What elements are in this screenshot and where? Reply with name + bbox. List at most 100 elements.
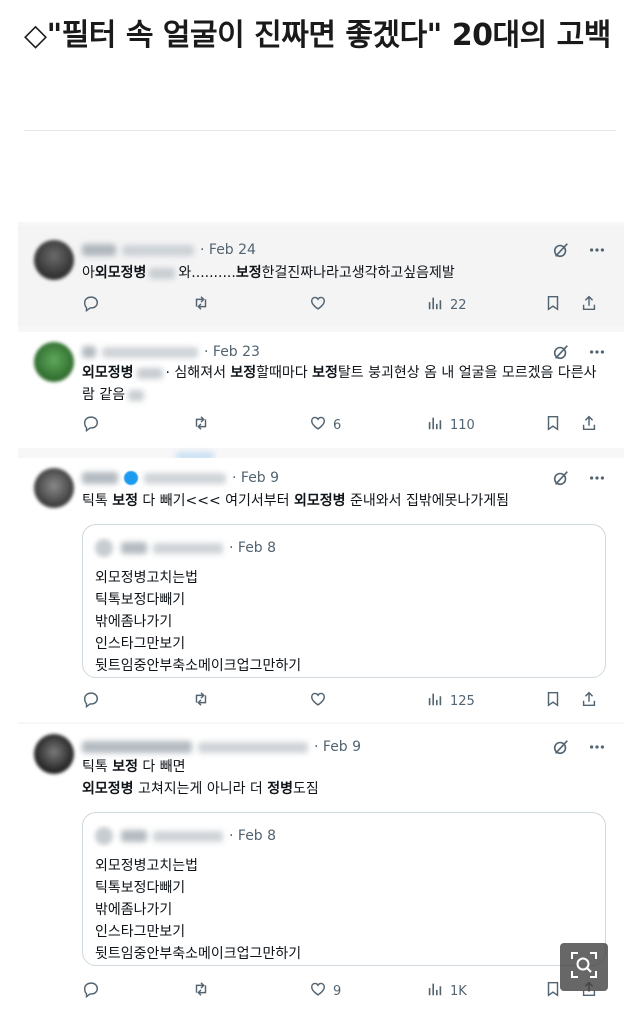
tweet-header: · Feb 23 [82, 342, 260, 362]
reply-icon [82, 690, 100, 712]
more-icon[interactable] [588, 469, 606, 491]
repost-button[interactable] [192, 690, 210, 712]
quoted-author-name [121, 830, 147, 842]
reply-icon [82, 294, 100, 316]
views-count: 110 [450, 417, 475, 433]
share-icon [580, 414, 598, 436]
views-icon [426, 294, 444, 316]
repost-button[interactable] [192, 294, 210, 316]
bookmark-icon [544, 414, 562, 436]
reply-button[interactable] [82, 690, 100, 712]
like-button[interactable]: 9 [309, 980, 341, 1002]
tweet-actions: 6 110 [82, 414, 606, 436]
verified-badge-icon [124, 471, 138, 485]
bookmark-icon [544, 690, 562, 712]
views-button[interactable]: 22 [426, 294, 467, 316]
quoted-tweet-date: · Feb 8 [229, 540, 277, 556]
avatar [95, 539, 113, 557]
quoted-author-handle [153, 830, 223, 842]
repost-icon [192, 980, 210, 1002]
tweet-date[interactable]: · Feb 9 [232, 470, 279, 486]
tweet-date[interactable]: · Feb 23 [204, 344, 260, 360]
quoted-tweet[interactable]: · Feb 8 외모정병고치는법 틱톡보정다빼기 밖에좀나가기 인스타그만보기 … [82, 524, 606, 678]
share-button[interactable] [580, 414, 598, 436]
author-name[interactable] [82, 472, 118, 484]
like-button[interactable] [309, 294, 327, 316]
tweet-text: 틱톡 보정 다 빼면 외모정병 고쳐지는게 아니라 더 정병도짐 [82, 756, 606, 800]
reply-button[interactable] [82, 980, 100, 1002]
quoted-tweet-text: 외모정병고치는법 틱톡보정다빼기 밖에좀나가기 인스타그만보기 뒷트임중안부축소… [95, 855, 301, 965]
quoted-line: 뒷트임중안부축소메이크업그만하기 [95, 946, 302, 962]
heart-icon [309, 690, 327, 712]
avatar[interactable] [34, 468, 74, 508]
like-button[interactable] [309, 690, 327, 712]
quoted-line: 뒷트임중안부축소메이크업그만하기 [95, 658, 302, 674]
heart-icon [309, 414, 327, 436]
like-count: 6 [333, 417, 342, 433]
views-button[interactable]: 125 [426, 690, 475, 712]
avatar[interactable] [34, 342, 74, 382]
quoted-tweet-header: · Feb 8 [95, 827, 276, 845]
share-button[interactable] [580, 294, 598, 316]
tweet-text-line: 틱톡 보정 다 빼면 [82, 759, 186, 775]
author-handle[interactable] [102, 346, 198, 358]
zoom-icon [569, 950, 599, 984]
like-count: 9 [333, 983, 342, 999]
headline-divider [24, 130, 616, 131]
quoted-tweet[interactable]: · Feb 8 외모정병고치는법 틱톡보정다빼기 밖에좀나가기 인스타그만보기 … [82, 812, 606, 966]
views-icon [426, 414, 444, 436]
author-name[interactable] [82, 244, 116, 256]
reply-button[interactable] [82, 414, 100, 436]
reply-button[interactable] [82, 294, 100, 316]
views-count: 1K [450, 983, 467, 999]
tweet-date[interactable]: · Feb 24 [200, 242, 256, 258]
bookmark-button[interactable] [544, 690, 562, 712]
like-button[interactable]: 6 [309, 414, 341, 436]
avatar[interactable] [34, 240, 74, 280]
quoted-line: 인스타그만보기 [95, 636, 186, 652]
tweet-card[interactable]: · Feb 24 아외모정병 와..........보정한걸진짜나라고생각하고싶음… [18, 226, 624, 326]
share-button[interactable] [580, 690, 598, 712]
repost-button[interactable] [192, 980, 210, 1002]
tweet-card[interactable]: · Feb 23 외모정병 · 심해져서 보정할때마다 보정탈트 붕괴현상 옴 내… [18, 332, 624, 448]
author-handle[interactable] [122, 244, 194, 256]
views-button[interactable]: 110 [426, 414, 475, 436]
grok-icon[interactable] [552, 469, 570, 491]
tweet-date[interactable]: · Feb 9 [314, 739, 361, 755]
reply-icon [82, 414, 100, 436]
tweet-actions: 22 [82, 294, 606, 316]
grok-icon[interactable] [552, 241, 570, 263]
views-button[interactable]: 1K [426, 980, 467, 1002]
quoted-author-handle [153, 542, 223, 554]
reply-icon [82, 980, 100, 1002]
heart-icon [309, 294, 327, 316]
repost-button[interactable] [192, 414, 210, 436]
views-count: 125 [450, 693, 475, 709]
more-icon[interactable] [588, 241, 606, 263]
tweet-text-line: 외모정병 고쳐지는게 아니라 더 정병도짐 [82, 781, 319, 797]
avatar [95, 827, 113, 845]
avatar[interactable] [34, 734, 74, 774]
quoted-line: 틱톡보정다빼기 [95, 592, 186, 608]
tweet-header: · Feb 24 [82, 240, 256, 260]
image-zoom-button[interactable] [560, 943, 608, 991]
author-name[interactable] [82, 741, 192, 753]
tweet-card[interactable]: · Feb 9 틱톡 보정 다 빼면 외모정병 고쳐지는게 아니라 더 정병도짐… [18, 724, 624, 1027]
tweet-text: 아외모정병 와..........보정한걸진짜나라고생각하고싶음제발 [82, 265, 455, 281]
views-icon [426, 980, 444, 1002]
tweet-actions: 125 [82, 690, 606, 712]
views-count: 22 [450, 297, 467, 313]
quoted-line: 밖에좀나가기 [95, 614, 173, 630]
bookmark-button[interactable] [544, 414, 562, 436]
author-handle[interactable] [144, 472, 226, 484]
quoted-tweet-date: · Feb 8 [229, 828, 277, 844]
author-handle[interactable] [198, 741, 308, 753]
tweet-card[interactable]: · Feb 9 틱톡 보정 다 빼기<<< 여기서부터 외모정병 준내와서 집밖… [18, 458, 624, 722]
views-icon [426, 690, 444, 712]
bookmark-button[interactable] [544, 294, 562, 316]
author-name[interactable] [82, 346, 96, 358]
share-icon [580, 690, 598, 712]
bookmark-icon [544, 294, 562, 316]
quoted-line: 밖에좀나가기 [95, 902, 173, 918]
article-headline: ◇"필터 속 얼굴이 진짜면 좋겠다" 20대의 고백 [24, 18, 611, 53]
